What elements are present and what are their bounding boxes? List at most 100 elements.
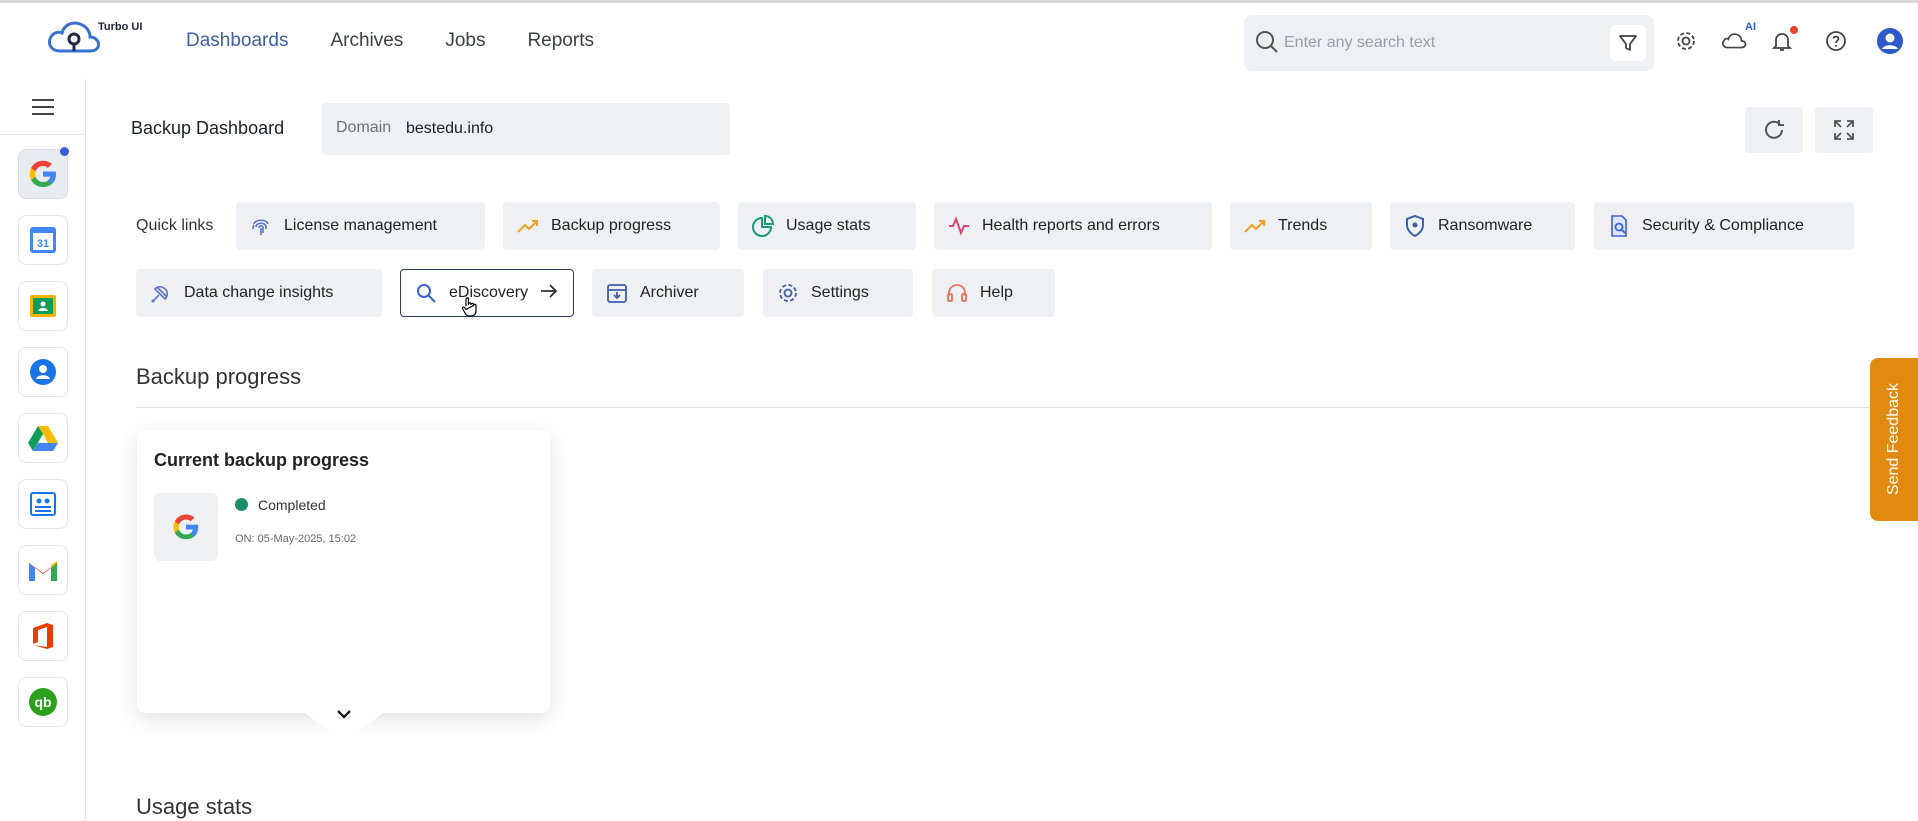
settings-icon[interactable] xyxy=(1672,27,1700,55)
quick-link-label: Backup progress xyxy=(551,217,672,234)
section-title-usage-stats: Usage stats xyxy=(136,794,253,819)
trend-up-icon xyxy=(515,213,541,239)
pie-chart-icon xyxy=(750,213,776,239)
domain-value: bestedu.info xyxy=(406,120,494,137)
fullscreen-button[interactable] xyxy=(1815,107,1873,153)
quick-link-ransomware[interactable]: Ransomware xyxy=(1390,202,1575,250)
send-feedback-button[interactable]: Send Feedback xyxy=(1870,358,1918,521)
svg-text:qb: qb xyxy=(34,694,51,710)
sidebar-app-office[interactable] xyxy=(18,611,68,661)
page-title: Backup Dashboard xyxy=(131,118,285,138)
main-nav: Dashboards Archives Jobs Reports xyxy=(186,30,636,52)
sidebar-app-drive[interactable] xyxy=(18,413,68,463)
search-input[interactable] xyxy=(1284,31,1584,55)
quick-links-label: Quick links xyxy=(136,217,214,234)
hamburger-icon xyxy=(32,98,54,115)
quick-link-archiver[interactable]: Archiver xyxy=(592,269,744,317)
card-title: Current backup progress xyxy=(154,450,370,470)
domain-label: Domain xyxy=(336,119,392,136)
quick-link-license-management[interactable]: License management xyxy=(236,202,485,250)
quick-link-ediscovery[interactable]: eDiscovery xyxy=(400,269,574,317)
nav-archives[interactable]: Archives xyxy=(330,30,403,52)
nav-dashboards[interactable]: Dashboards xyxy=(186,30,288,52)
gear-icon xyxy=(775,280,801,306)
cloud-logo-icon xyxy=(48,21,100,53)
quick-link-label: Health reports and errors xyxy=(982,217,1160,234)
help-icon[interactable] xyxy=(1822,27,1850,55)
quick-link-label: Data change insights xyxy=(184,284,334,301)
notification-dot xyxy=(1790,26,1798,34)
quick-link-backup-progress[interactable]: Backup progress xyxy=(503,202,720,250)
hand-cursor-icon xyxy=(461,297,477,317)
app-sidebar: 31 qb xyxy=(0,79,86,821)
google-icon xyxy=(173,514,199,540)
gmail-icon xyxy=(29,561,57,581)
quick-link-trends[interactable]: Trends xyxy=(1230,202,1372,250)
refresh-button[interactable] xyxy=(1745,107,1803,153)
search-icon xyxy=(1254,29,1280,60)
nav-jobs[interactable]: Jobs xyxy=(445,30,485,52)
backup-status: Completed xyxy=(258,497,326,513)
sidebar-app-classroom[interactable] xyxy=(18,281,68,331)
quick-link-label: Help xyxy=(980,284,1013,301)
domain-selector[interactable]: Domain bestedu.info xyxy=(322,103,730,155)
current-backup-card: Current backup progress Completed ON: 05… xyxy=(137,430,550,713)
sidebar-app-google[interactable] xyxy=(18,147,69,199)
quick-link-settings[interactable]: Settings xyxy=(763,269,913,317)
arrow-right-icon xyxy=(540,283,558,303)
contacts-icon xyxy=(30,359,56,385)
classroom-icon xyxy=(30,295,56,317)
top-bar: Turbo UI Dashboards Archives Jobs Report… xyxy=(0,3,1918,79)
drive-icon xyxy=(28,426,58,451)
sidebar-app-quickbooks[interactable]: qb xyxy=(18,677,68,727)
sidebar-app-calendar[interactable]: 31 xyxy=(18,215,68,265)
directory-icon xyxy=(30,492,56,516)
svg-text:31: 31 xyxy=(37,238,49,250)
archive-box-icon xyxy=(604,280,630,306)
quick-link-help[interactable]: Help xyxy=(932,269,1055,317)
section-title-backup-progress: Backup progress xyxy=(136,364,302,389)
cloud-ai-icon[interactable] xyxy=(1720,27,1748,55)
fingerprint-icon xyxy=(248,213,274,239)
quick-link-health-reports[interactable]: Health reports and errors xyxy=(934,202,1212,250)
send-feedback-label: Send Feedback xyxy=(1885,383,1902,496)
quick-link-usage-stats[interactable]: Usage stats xyxy=(738,202,916,250)
search-bar xyxy=(1244,15,1654,71)
filter-button[interactable] xyxy=(1610,25,1646,61)
expand-icon xyxy=(1834,120,1854,140)
sidebar-app-directory[interactable] xyxy=(18,479,68,529)
sidebar-app-contacts[interactable] xyxy=(18,347,68,397)
quick-link-security-compliance[interactable]: Security & Compliance xyxy=(1594,202,1854,250)
status-indicator-dot xyxy=(235,498,248,511)
app-active-dot xyxy=(60,147,69,156)
quick-link-label: Archiver xyxy=(640,284,699,301)
user-icon[interactable] xyxy=(1876,27,1904,55)
nav-reports[interactable]: Reports xyxy=(527,30,594,52)
google-service-badge xyxy=(154,493,218,561)
document-search-icon xyxy=(1606,213,1632,239)
chevron-down-icon[interactable] xyxy=(333,708,355,722)
refresh-icon xyxy=(1765,120,1784,139)
section-divider xyxy=(136,407,1918,408)
menu-toggle[interactable] xyxy=(0,79,86,135)
quick-link-label: Trends xyxy=(1278,217,1328,234)
satellite-icon xyxy=(148,280,174,306)
ai-badge: AI xyxy=(1745,21,1756,33)
sidebar-app-gmail[interactable] xyxy=(18,545,68,595)
headset-icon xyxy=(944,280,970,306)
backup-timestamp: ON: 05-May-2025, 15:02 xyxy=(235,533,357,545)
quick-link-label: Ransomware xyxy=(1438,217,1533,234)
trend-up-icon xyxy=(1242,213,1268,239)
filter-icon xyxy=(1619,35,1637,51)
calendar-icon: 31 xyxy=(30,227,56,253)
quick-link-label: License management xyxy=(284,217,437,234)
pulse-icon xyxy=(946,213,972,239)
quick-link-data-change-insights[interactable]: Data change insights xyxy=(136,269,382,317)
quick-link-label: Usage stats xyxy=(786,217,871,234)
office-icon xyxy=(33,623,53,649)
google-icon xyxy=(29,160,56,187)
magnifier-icon xyxy=(413,280,439,306)
shield-icon xyxy=(1402,213,1428,239)
quick-link-label: Settings xyxy=(811,284,869,301)
quick-link-label: Security & Compliance xyxy=(1642,217,1804,234)
